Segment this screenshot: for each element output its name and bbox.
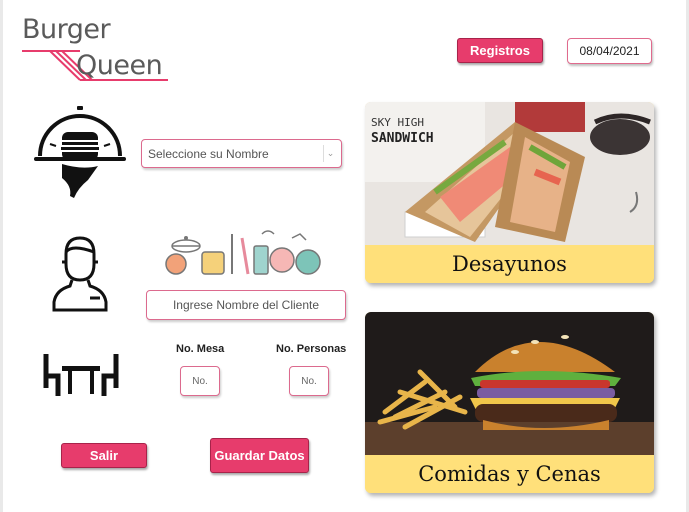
logo-text-queen: Queen [76, 50, 163, 81]
waiter-cloche-icon [32, 104, 128, 205]
burger-photo [365, 312, 654, 455]
chevron-down-icon[interactable]: ⌄ [323, 145, 337, 162]
guardar-datos-button[interactable]: Guardar Datos [210, 438, 309, 473]
table-chairs-icon [42, 352, 120, 403]
meals-card[interactable]: Comidas y Cenas [365, 312, 654, 493]
date-display: 08/04/2021 [567, 38, 652, 64]
logo: Burger Queen [20, 14, 170, 84]
sandwich-photo: SKY HIGH SANDWICH [365, 102, 654, 245]
name-select-value: Seleccione su Nombre [148, 146, 269, 161]
photo-text-skyhigh: SKY HIGH [371, 116, 424, 129]
salir-button[interactable]: Salir [61, 443, 147, 468]
client-name-input[interactable]: Ingrese Nombre del Cliente [146, 290, 346, 320]
mesa-input[interactable]: No. [180, 366, 220, 396]
personas-label: No. Personas [276, 343, 347, 355]
personas-input[interactable]: No. [289, 366, 329, 396]
name-select[interactable]: Seleccione su Nombre ⌄ [141, 139, 342, 168]
registros-button[interactable]: Registros [457, 38, 543, 63]
person-icon [52, 232, 108, 317]
mesa-label: No. Mesa [176, 343, 225, 355]
breakfast-label: Desayunos [365, 245, 654, 283]
meals-label: Comidas y Cenas [365, 455, 654, 493]
logo-text-burger: Burger [22, 14, 111, 45]
photo-text-sandwich: SANDWICH [371, 131, 434, 146]
kitchen-utensils-icon [162, 226, 327, 287]
breakfast-card[interactable]: SKY HIGH SANDWICH Desayunos [365, 102, 654, 283]
